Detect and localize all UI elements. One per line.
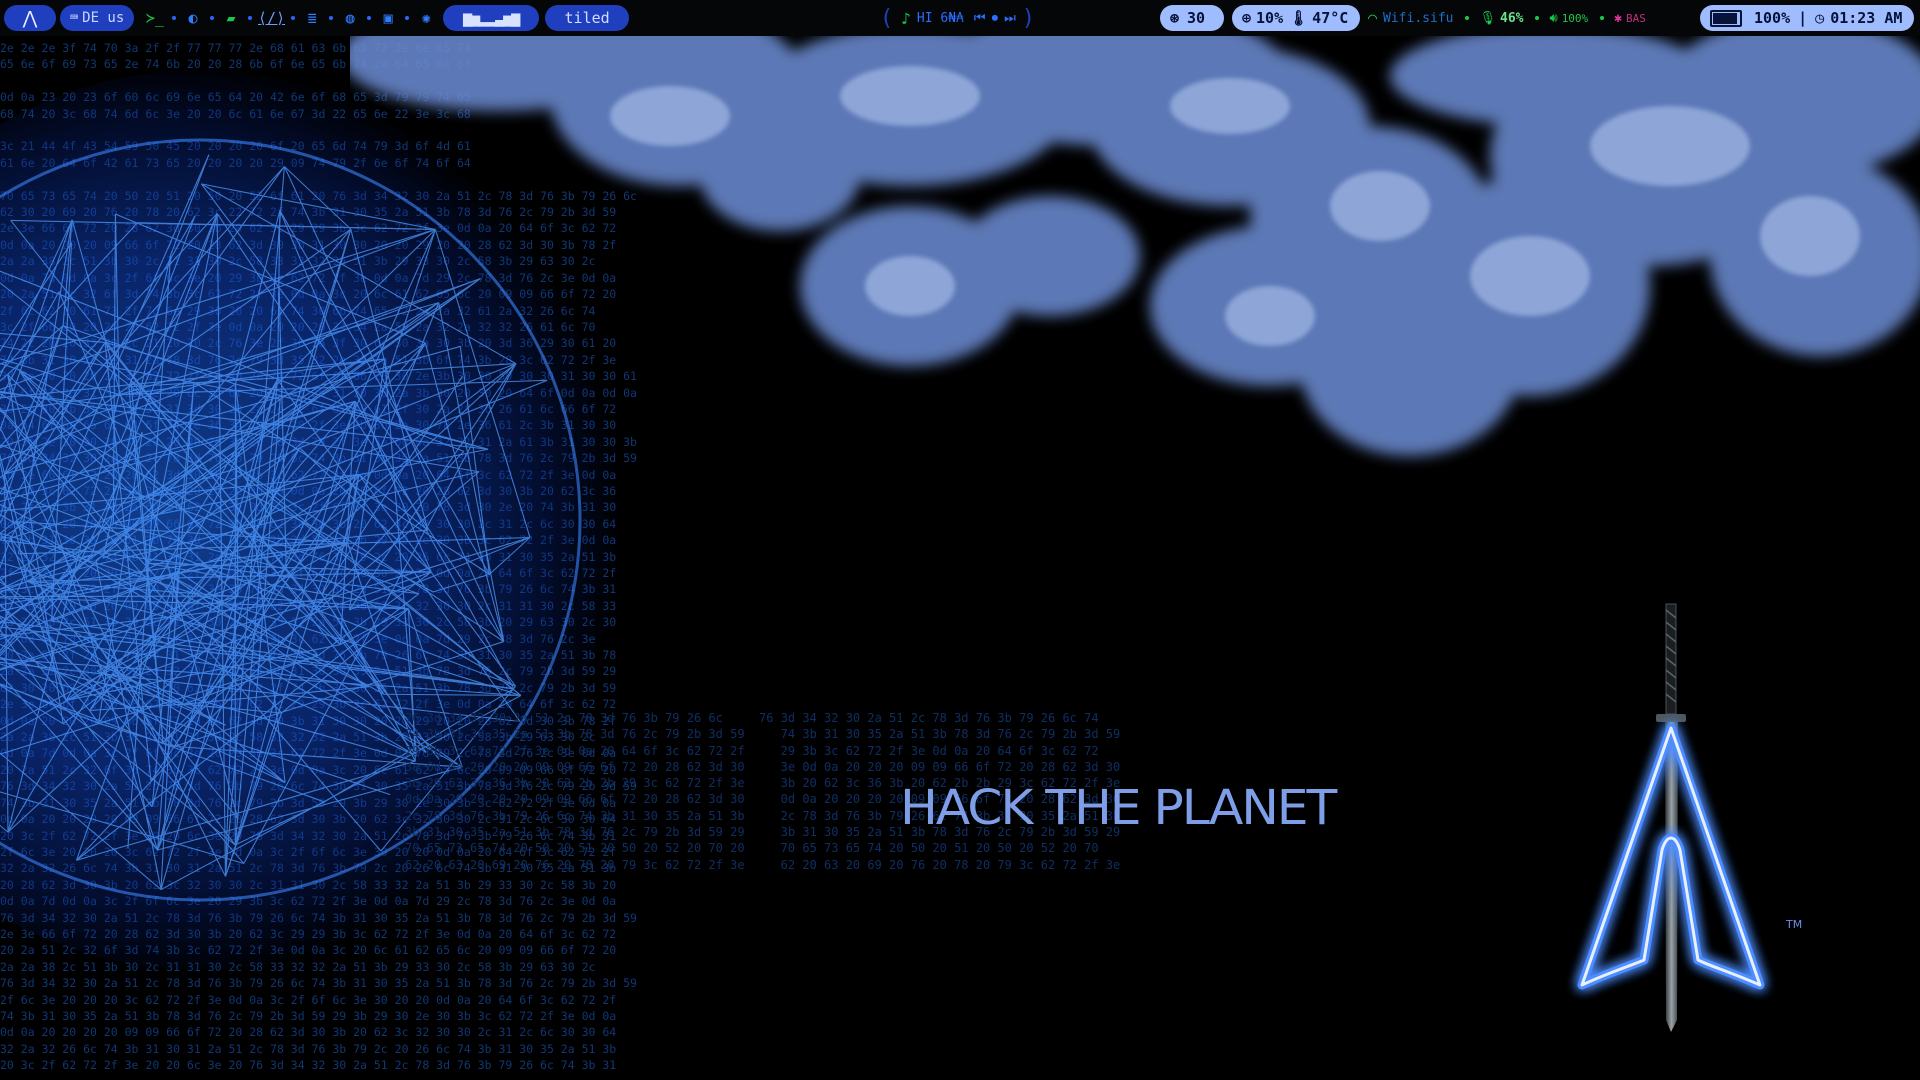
firefox-icon[interactable]: ◐ [182,9,204,27]
video-icon[interactable]: ▣ [377,9,399,27]
microphone-icon[interactable]: 🎙︎ [1479,11,1496,26]
notes-icon[interactable]: ≣ [301,9,323,27]
arch-sword-logo [1577,603,1765,1032]
chat-icon[interactable]: ◍ [339,9,361,27]
clock: 01:23 AM [1830,9,1903,27]
terminal-icon[interactable]: ≻_ [144,9,166,27]
thermometer-icon: 🌡︎ [1289,9,1309,27]
separator-dot [291,16,296,20]
bluetooth-icon[interactable]: ✱ [1614,11,1622,26]
volume-level: 100% [1561,11,1589,25]
battery-fill [1713,12,1737,24]
wifi-icon: ◠ [1368,9,1378,27]
next-track-button[interactable]: ⏭ [1004,11,1016,26]
arch-update-icon: ⊛ [1170,9,1180,27]
workspace-layout-indicator[interactable]: tiled [545,5,630,31]
separator-dot [329,16,334,20]
separator-dot [405,16,410,20]
cpu-icon: ⊕ [1242,9,1252,27]
smoke-clouds-graphic [350,36,1920,456]
separator-dot [248,16,252,20]
status-indicators: ◠ Wifi.sifu 🎙︎ 46% 🔊︎ 100% ✱ BAS [1368,5,1646,31]
code-icon[interactable]: ⟨/⟩ [258,9,285,27]
hack-the-planet-headline: HACK THE PLANET [900,780,1337,836]
keyboard-icon: ⌨ [69,10,79,26]
play-button[interactable]: ⏺ [992,11,999,26]
separator-dot [172,16,176,20]
audio-visualizer: ▆▅▂▂▃▅▆ [443,5,540,31]
system-monitor[interactable]: ⊕ 10% 🌡︎ 47°C [1232,5,1360,31]
top-panel: ⋀ ⌨ DE us ≻_ ◐ ▰ ⟨/⟩ ≣ ◍ ▣ ✺ ▆▅▂▂▃▅▆ tiled ( ♪ … [0,0,1920,36]
previous-track-button[interactable]: ⏮ [974,11,986,26]
files-icon[interactable]: ▰ [220,9,242,27]
microphone-level: 46% [1500,10,1524,26]
app-launcher-strip: ≻_ ◐ ▰ ⟨/⟩ ≣ ◍ ▣ ✺ [144,9,437,27]
battery-icon [1710,9,1742,27]
bluetooth-label: BAS [1626,11,1646,25]
separator-dot [210,16,214,20]
arch-logo-icon: ⋀ [22,7,38,29]
updates-indicator[interactable]: ⊛ 30 [1160,5,1224,31]
clock-icon: ◷ [1815,9,1825,27]
media-widget: ( ♪ HI 6₦₳ ⏮ ⏺ ⏭ ) [880,5,1036,31]
media-title: HI 6₦₳ [916,10,964,26]
battery-clock-module[interactable]: 100% | ◷ 01:23 AM [1700,5,1914,31]
speaker-icon[interactable]: 🔊︎ [1549,11,1557,26]
settings-icon[interactable]: ✺ [415,9,437,27]
music-note-icon: ♪ [901,8,911,28]
separator-dot [367,16,372,20]
desktop: 2e 2e 2e 3f 74 70 3a 2f 2f 77 77 77 2e 6… [0,0,1920,1080]
launcher-button[interactable]: ⋀ [4,5,56,31]
keyboard-layout-indicator[interactable]: ⌨ DE us [60,5,134,31]
trademark-mark: TM [1786,918,1803,931]
wifi-label[interactable]: Wifi.sifu [1383,11,1453,26]
